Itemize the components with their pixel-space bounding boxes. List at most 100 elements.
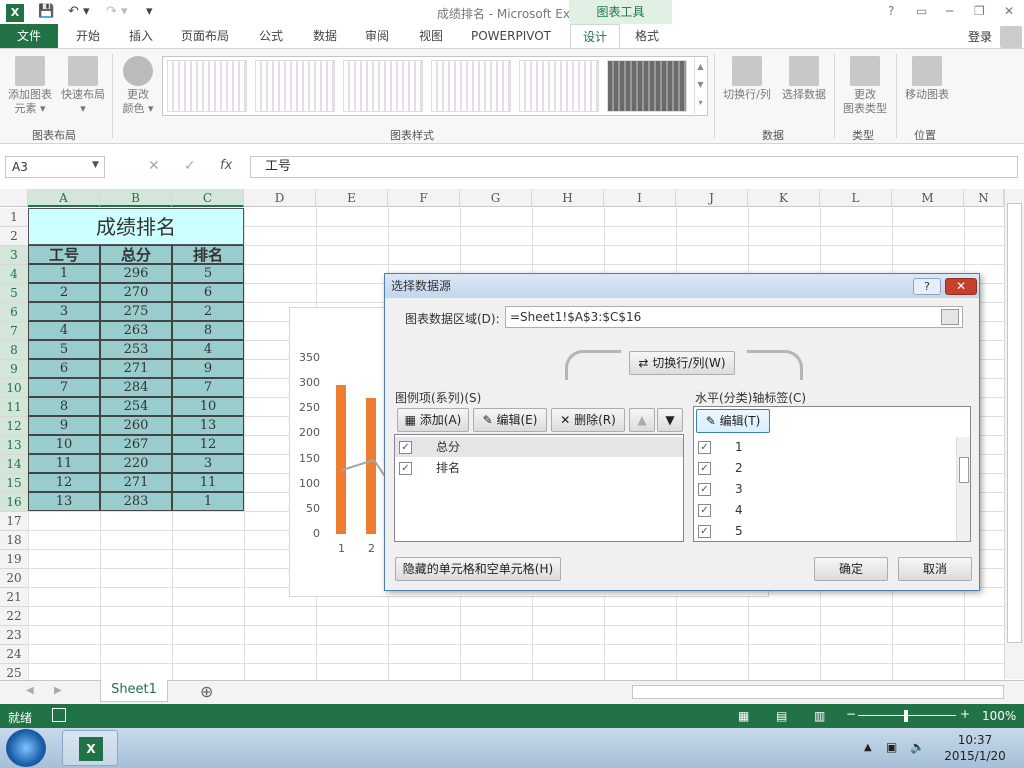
close-button[interactable]: ✕ bbox=[1004, 4, 1014, 18]
row-header[interactable]: 17 bbox=[0, 512, 28, 531]
row-header[interactable]: 24 bbox=[0, 645, 28, 664]
chart-style-6[interactable] bbox=[607, 60, 687, 112]
table-cell[interactable]: 12 bbox=[172, 435, 244, 454]
list-item[interactable]: ✓ 3 bbox=[698, 479, 948, 499]
tab-view[interactable]: 视图 bbox=[408, 24, 454, 48]
change-chart-type-button[interactable]: 更改 图表类型 bbox=[838, 56, 892, 116]
chart-style-3[interactable] bbox=[343, 60, 423, 112]
column-header[interactable]: H bbox=[532, 189, 604, 207]
zoom-in-icon[interactable]: + bbox=[960, 707, 970, 721]
checkbox[interactable]: ✓ bbox=[698, 441, 711, 454]
horizontal-scrollbar[interactable] bbox=[632, 685, 1004, 699]
maximize-button[interactable]: ❐ bbox=[974, 4, 985, 18]
table-cell[interactable]: 13 bbox=[28, 492, 100, 511]
switch-row-column-button[interactable]: 切换行/列 bbox=[720, 56, 774, 102]
table-cell[interactable]: 7 bbox=[28, 378, 100, 397]
edit-series-button[interactable]: ✎ 编辑(E) bbox=[473, 408, 547, 432]
select-all-corner[interactable] bbox=[0, 189, 28, 207]
column-header[interactable]: D bbox=[244, 189, 316, 207]
zoom-level[interactable]: 100% bbox=[982, 709, 1016, 723]
column-header[interactable]: C bbox=[172, 189, 244, 207]
row-header[interactable]: 3 bbox=[0, 246, 28, 265]
checkbox[interactable]: ✓ bbox=[698, 525, 711, 538]
macro-record-icon[interactable] bbox=[52, 708, 66, 722]
sheet-tab-sheet1[interactable]: Sheet1 bbox=[100, 680, 168, 702]
formula-input[interactable]: 工号 bbox=[250, 156, 1018, 178]
series-list[interactable]: ✓ 总分 ✓ 排名 bbox=[394, 434, 684, 542]
zoom-slider-thumb[interactable] bbox=[904, 710, 908, 722]
move-chart-button[interactable]: 移动图表 bbox=[900, 56, 954, 102]
list-item[interactable]: ✓ 排名 bbox=[395, 458, 683, 478]
row-header[interactable]: 2 bbox=[0, 227, 28, 246]
column-header[interactable]: B bbox=[100, 189, 172, 207]
clock[interactable]: 10:37 2015/1/20 bbox=[938, 732, 1012, 764]
table-header-cell[interactable]: 总分 bbox=[100, 245, 172, 264]
hidden-empty-cells-button[interactable]: 隐藏的单元格和空单元格(H) bbox=[395, 557, 561, 581]
tab-review[interactable]: 审阅 bbox=[354, 24, 400, 48]
insert-function-icon[interactable]: fx bbox=[220, 158, 232, 173]
add-series-button[interactable]: ▦ 添加(A) bbox=[397, 408, 469, 432]
login-link[interactable]: 登录 bbox=[968, 28, 992, 45]
axis-list-scrollbar[interactable] bbox=[956, 437, 970, 541]
vertical-scrollbar[interactable] bbox=[1004, 189, 1024, 679]
page-break-view-icon[interactable]: ▥ bbox=[814, 709, 825, 723]
move-down-button[interactable]: ▼ bbox=[657, 408, 683, 432]
checkbox[interactable]: ✓ bbox=[698, 504, 711, 517]
data-range-input[interactable]: =Sheet1!$A$3:$C$16 bbox=[505, 306, 963, 328]
row-header[interactable]: 19 bbox=[0, 550, 28, 569]
table-cell[interactable]: 1 bbox=[28, 264, 100, 283]
cancel-icon[interactable]: ✕ bbox=[148, 158, 160, 174]
help-button[interactable]: ? bbox=[888, 4, 894, 18]
zoom-out-icon[interactable]: − bbox=[846, 707, 856, 721]
row-header[interactable]: 12 bbox=[0, 417, 28, 436]
tab-format[interactable]: 格式 bbox=[624, 24, 670, 48]
table-cell[interactable]: 5 bbox=[28, 340, 100, 359]
list-item[interactable]: ✓ 4 bbox=[698, 500, 948, 520]
column-header[interactable]: E bbox=[316, 189, 388, 207]
table-cell[interactable]: 10 bbox=[28, 435, 100, 454]
list-item[interactable]: ✓ 5 bbox=[698, 521, 948, 541]
row-header[interactable]: 4 bbox=[0, 265, 28, 284]
row-header[interactable]: 15 bbox=[0, 474, 28, 493]
scroll-thumb[interactable] bbox=[1007, 203, 1022, 643]
switch-row-column-dialog-button[interactable]: ⇄ 切换行/列(W) bbox=[629, 351, 735, 375]
column-header[interactable]: M bbox=[892, 189, 964, 207]
table-cell[interactable]: 260 bbox=[100, 416, 172, 435]
table-cell[interactable]: 6 bbox=[172, 283, 244, 302]
minimize-button[interactable]: ─ bbox=[946, 4, 953, 18]
table-header-cell[interactable]: 排名 bbox=[172, 245, 244, 264]
table-cell[interactable]: 1 bbox=[172, 492, 244, 511]
start-button[interactable] bbox=[6, 729, 46, 767]
row-header[interactable]: 1 bbox=[0, 208, 28, 227]
row-header[interactable]: 18 bbox=[0, 531, 28, 550]
table-cell[interactable]: 5 bbox=[172, 264, 244, 283]
table-cell[interactable]: 220 bbox=[100, 454, 172, 473]
table-title[interactable]: 成绩排名 bbox=[28, 208, 244, 245]
checkbox[interactable]: ✓ bbox=[399, 441, 412, 454]
network-icon[interactable]: ▣ bbox=[886, 740, 897, 754]
normal-view-icon[interactable]: ▦ bbox=[738, 709, 749, 723]
table-cell[interactable]: 283 bbox=[100, 492, 172, 511]
table-cell[interactable]: 4 bbox=[172, 340, 244, 359]
table-cell[interactable]: 9 bbox=[28, 416, 100, 435]
table-cell[interactable]: 9 bbox=[172, 359, 244, 378]
table-cell[interactable]: 10 bbox=[172, 397, 244, 416]
tab-page-layout[interactable]: 页面布局 bbox=[172, 24, 238, 48]
column-header[interactable]: J bbox=[676, 189, 748, 207]
chart-style-4[interactable] bbox=[431, 60, 511, 112]
tab-powerpivot[interactable]: POWERPIVOT bbox=[462, 24, 560, 48]
table-cell[interactable]: 11 bbox=[28, 454, 100, 473]
taskbar-excel[interactable]: X bbox=[62, 730, 118, 766]
next-sheet-icon[interactable]: ▶ bbox=[54, 685, 62, 696]
list-item[interactable]: ✓ 总分 bbox=[395, 437, 683, 457]
tab-data[interactable]: 数据 bbox=[302, 24, 348, 48]
row-header[interactable]: 5 bbox=[0, 284, 28, 303]
table-cell[interactable]: 7 bbox=[172, 378, 244, 397]
tab-insert[interactable]: 插入 bbox=[118, 24, 164, 48]
table-cell[interactable]: 270 bbox=[100, 283, 172, 302]
scroll-thumb[interactable] bbox=[959, 457, 969, 483]
table-header-cell[interactable]: 工号 bbox=[28, 245, 100, 264]
table-cell[interactable]: 254 bbox=[100, 397, 172, 416]
add-sheet-icon[interactable]: ⊕ bbox=[200, 682, 213, 701]
list-item[interactable]: ✓ 2 bbox=[698, 458, 948, 478]
